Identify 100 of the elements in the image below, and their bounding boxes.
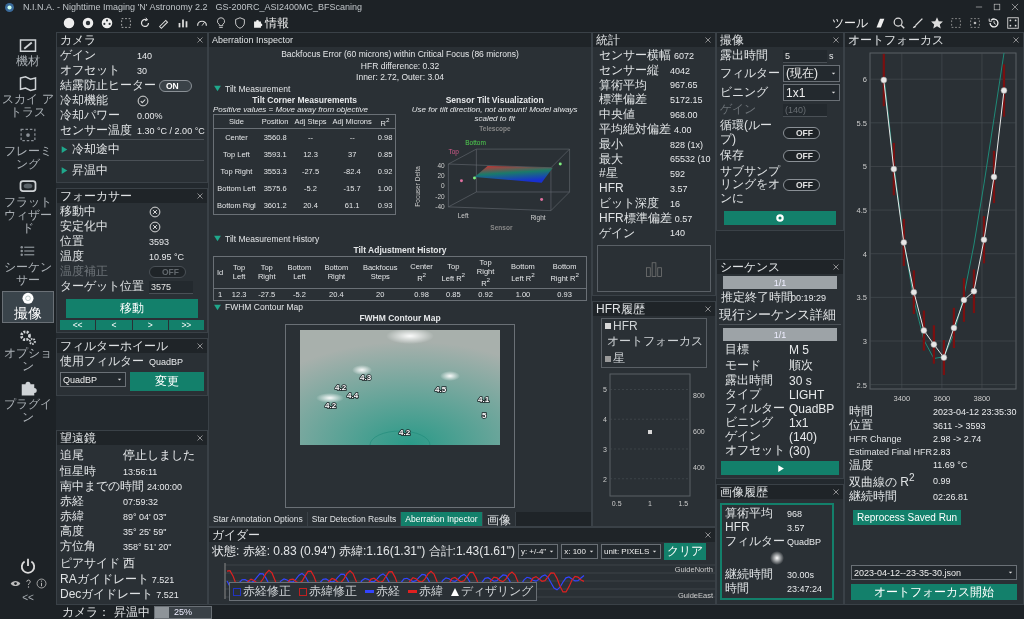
field-value: 3611 -> 3593 [933,420,987,431]
autofocus-start-button[interactable]: オートフォーカス開始 [851,584,1017,600]
dropdown[interactable]: y: +/-4" [517,544,559,559]
stat-value: 6072 [674,50,695,61]
close-icon[interactable] [1010,2,1020,12]
step-button[interactable]: << [60,320,96,330]
image-card[interactable]: 算術平均 968 HFR 3.57 フィルター QuadBP 継続時間 30.00s 時間 23:47:24 [720,503,834,600]
error-bar [962,278,966,322]
data-point [940,354,948,361]
power-icon[interactable] [19,557,37,575]
close-icon[interactable] [704,36,712,44]
close-icon[interactable] [704,531,712,539]
section-header[interactable]: Tilt Measurement [213,83,587,94]
nav-item[interactable]: オプション [0,325,56,375]
table-title: Tilt Adjustment History [352,244,448,255]
move-button[interactable]: 移動 [66,299,198,318]
field-label: センサー温度 [60,124,133,138]
field-label: 保存 [720,148,745,163]
close-icon[interactable] [832,36,840,44]
triangle-down-icon [213,84,222,93]
nav-item[interactable]: 撮像 [2,290,54,323]
info-button[interactable]: 情報 [252,14,289,32]
reprocess-button[interactable]: Reprocess Saved Run [853,510,962,525]
text-field[interactable]: 5 [783,49,827,63]
field-value: 2023-04-12 23:35:30 [933,406,1018,417]
close-icon[interactable] [196,342,204,350]
contour-label: 5 [482,411,487,420]
change-button[interactable]: 変更 [130,372,204,391]
toggle-switch[interactable]: OFF [783,126,820,139]
toggle-switch[interactable]: ON [159,80,192,92]
field-label: 循環(ループ) [720,119,773,147]
dropdown[interactable]: 1x1 [783,84,840,101]
close-icon[interactable] [704,305,712,313]
frame-icon[interactable] [119,16,133,30]
search-icon[interactable] [892,16,906,30]
step-button[interactable]: > [132,320,168,330]
step-button[interactable]: >> [168,320,204,330]
field-value: 7.521 [156,590,179,600]
start-button[interactable] [721,461,839,475]
close-icon[interactable] [832,488,840,496]
section-heading: 現行シーケンス詳細 [719,306,841,325]
maximize-icon[interactable] [992,2,1002,12]
collapse-button[interactable]: << [22,592,34,603]
expander[interactable]: 昇温中 [60,160,204,180]
file-dropdown[interactable]: 2023-04-12--23-35-30.json [851,565,1017,580]
eye-icon[interactable] [9,578,21,589]
tab[interactable]: Aberration Inpector [401,512,483,526]
legend-label: 星 [613,350,625,367]
dropdown[interactable]: QuadBP [60,372,126,387]
nav-item[interactable]: フラットウィザード [0,174,56,237]
grid-icon[interactable] [1006,16,1020,30]
contour-label: 4.3 [360,373,372,382]
tab[interactable]: Star Detection Results [307,512,402,526]
nav-item[interactable]: フレーミング [0,123,56,172]
field-label: ビニング [725,416,774,430]
field-value: 7.521 [151,575,175,585]
step-button[interactable]: < [96,320,132,330]
legend-label: オートフォーカス [607,333,703,350]
close-icon[interactable] [196,36,204,44]
target-icon[interactable] [968,16,982,30]
nav-item[interactable]: スカイ アトラス [0,72,56,121]
tab[interactable]: Star Annotation Options [209,512,308,526]
nav-item[interactable]: プラグイン [0,377,56,426]
expander[interactable]: 冷却途中 [60,139,204,159]
lightbulb-icon[interactable] [214,16,228,30]
shutter-icon[interactable] [81,16,95,30]
circle-icon[interactable] [62,16,76,30]
section-header[interactable]: Tilt Measurement History [213,233,587,244]
clear-button[interactable]: クリア [664,543,707,560]
dropdown[interactable]: unit: PIXELS [601,544,662,559]
capture-button[interactable] [724,211,836,225]
filter-wheel-icon[interactable] [100,16,114,30]
field-label: ピアサイド [60,556,120,571]
tab[interactable]: 画像 [482,512,516,526]
frame-icon[interactable] [949,16,963,30]
history-icon[interactable] [987,16,1001,30]
data-point [890,165,898,173]
toggle-switch[interactable]: OFF [783,179,820,192]
unit-label: s [829,51,834,61]
dropdown[interactable]: x: 100 [561,544,598,559]
close-icon[interactable] [832,263,840,272]
info-icon[interactable] [35,578,47,589]
close-icon[interactable] [196,434,204,442]
close-icon[interactable] [1012,36,1020,44]
field-value: QuadBP [149,357,184,367]
text-field[interactable]: 3575 [149,280,193,294]
field-label: 温度 [60,250,85,264]
error-bar [902,218,905,266]
dropdown[interactable]: (現在) [783,65,840,82]
star-icon[interactable] [930,16,944,30]
nav-item[interactable]: 機材 [0,34,56,70]
section-header[interactable]: FWHM Contour Map [213,302,587,312]
legend-label: 赤緯 [419,583,443,600]
rotate-icon[interactable] [138,16,152,30]
brush-icon[interactable] [911,16,925,30]
toggle-switch[interactable]: OFF [783,149,820,162]
data-point [472,176,476,179]
close-icon[interactable] [196,192,204,200]
nav-item[interactable]: シーケンサー [0,239,56,288]
shield-icon[interactable] [233,16,247,30]
